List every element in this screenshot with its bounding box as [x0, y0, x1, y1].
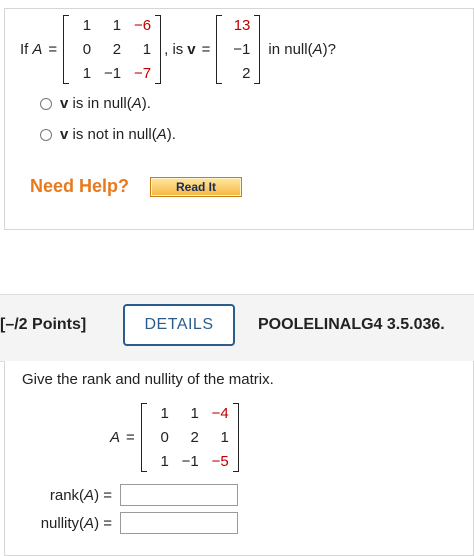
option-close: ). — [166, 126, 176, 143]
matrix-cell: −4 — [211, 405, 229, 422]
matrix-name: A — [110, 429, 121, 446]
matrix-cell: 1 — [82, 65, 92, 82]
matrix-cell: −6 — [134, 17, 152, 34]
equals-sign: = — [48, 41, 58, 58]
matrix-cell: 1 — [82, 17, 92, 34]
vector-name: v — [187, 41, 196, 58]
matrix-cell: −7 — [134, 65, 152, 82]
matrix-cell: 0 — [82, 41, 92, 58]
matrix-cell: 1 — [220, 429, 229, 446]
points-label: [–/2 Points] — [0, 316, 87, 333]
option-text: is not in null( — [68, 126, 157, 143]
rank-input[interactable] — [120, 484, 238, 506]
rank-label: rank( — [49, 486, 85, 504]
need-help-label: Need Help? — [30, 176, 130, 196]
matrix-cell: 1 — [190, 405, 199, 422]
matrix-cell: −1 — [181, 453, 199, 470]
details-button[interactable]: DETAILS — [123, 304, 235, 346]
rank-row: rank(A) = — [22, 484, 238, 506]
radio-button[interactable] — [40, 128, 52, 141]
vector-cell: 2 — [242, 65, 251, 82]
question-code: POOLELINALG4 3.5.036. — [258, 316, 445, 333]
question-2-matrix-row: A = 1 1 −4 0 2 1 1 −1 −5 — [110, 403, 239, 472]
matrix-cell: 1 — [160, 453, 169, 470]
vector-cell: 13 — [233, 17, 251, 34]
matrix-name: A — [312, 41, 323, 58]
vector-cell: −1 — [233, 41, 251, 58]
matrix-name: A — [156, 126, 167, 143]
vector-v: 13 −1 2 — [216, 15, 261, 84]
option-in-null[interactable]: v is in null(A). — [40, 95, 151, 112]
matrix-cell: 2 — [112, 41, 122, 58]
matrix-A: 1 1 −6 0 2 1 1 −1 −7 — [63, 15, 162, 84]
matrix-cell: 1 — [142, 41, 152, 58]
matrix-name: A — [84, 486, 95, 504]
matrix-cell: 2 — [190, 429, 199, 446]
equals-sign: = — [201, 41, 211, 58]
label-close: ) = — [94, 486, 112, 504]
if-label: If — [20, 41, 29, 58]
radio-button[interactable] — [40, 97, 52, 110]
in-null-text: in null( — [268, 41, 313, 58]
matrix-name: A — [32, 41, 43, 58]
matrix-A-2: 1 1 −4 0 2 1 1 −1 −5 — [140, 403, 239, 472]
read-it-button[interactable]: Read It — [150, 177, 242, 197]
nullity-input[interactable] — [120, 512, 238, 534]
option-not-in-null[interactable]: v is not in null(A). — [40, 126, 176, 143]
matrix-cell: −1 — [104, 65, 122, 82]
is-text: , is — [164, 41, 184, 58]
nullity-row: nullity(A) = — [22, 512, 238, 534]
equals-sign: = — [126, 429, 135, 446]
matrix-cell: 1 — [160, 405, 169, 422]
question-1-statement: If A = 1 1 −6 0 2 1 1 −1 −7 , is v = 13 … — [20, 15, 336, 84]
nullity-label: nullity( — [40, 514, 85, 532]
matrix-name: A — [84, 514, 95, 532]
label-close: ) = — [94, 514, 112, 532]
in-null-close: )? — [322, 41, 336, 58]
option-text: is in null( — [68, 95, 132, 112]
matrix-name: A — [131, 95, 142, 112]
matrix-cell: 1 — [112, 17, 122, 34]
question-2-prompt: Give the rank and nullity of the matrix. — [22, 371, 274, 388]
option-close: ). — [141, 95, 151, 112]
matrix-cell: −5 — [211, 453, 229, 470]
matrix-cell: 0 — [160, 429, 169, 446]
question-2-header: [–/2 Points] DETAILS POOLELINALG4 3.5.03… — [0, 294, 474, 362]
